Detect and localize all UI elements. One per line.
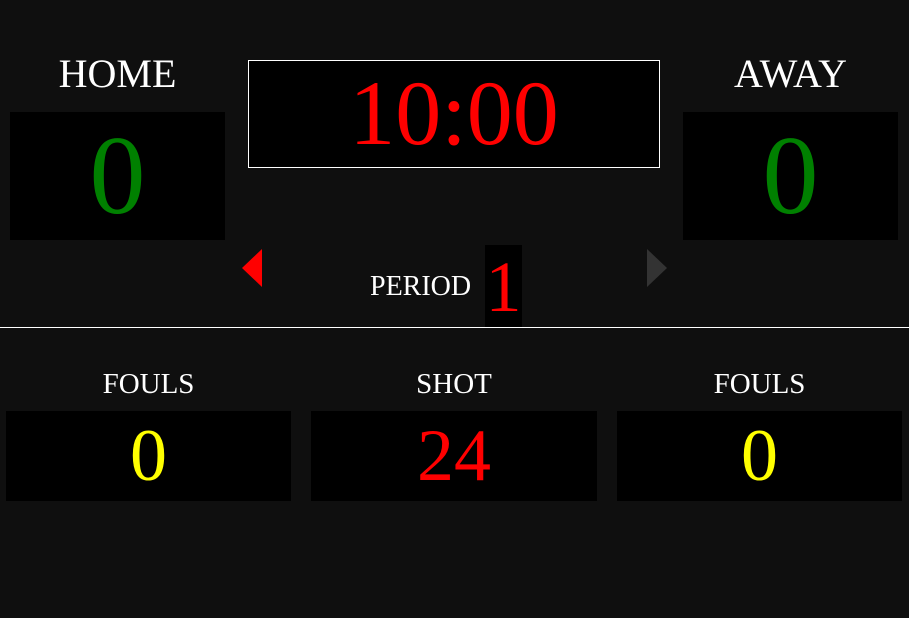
shot-clock-value[interactable]: 24 [311,411,597,501]
home-score[interactable]: 0 [10,112,225,240]
away-score[interactable]: 0 [683,112,898,240]
home-fouls-value[interactable]: 0 [6,411,291,501]
home-team-label: HOME [58,51,177,96]
period-value[interactable]: 1 [485,245,522,327]
caret-right-icon[interactable] [643,247,669,289]
away-team-label: AWAY [733,51,848,96]
section-divider [0,327,909,328]
away-fouls-label: FOULS [713,368,806,400]
away-fouls-value[interactable]: 0 [617,411,902,501]
game-clock[interactable]: 10:00 [248,60,660,168]
home-fouls-label: FOULS [102,368,195,400]
shot-clock-label: SHOT [416,368,492,400]
caret-left-icon[interactable] [238,247,264,289]
period-label: PERIOD [370,271,472,302]
